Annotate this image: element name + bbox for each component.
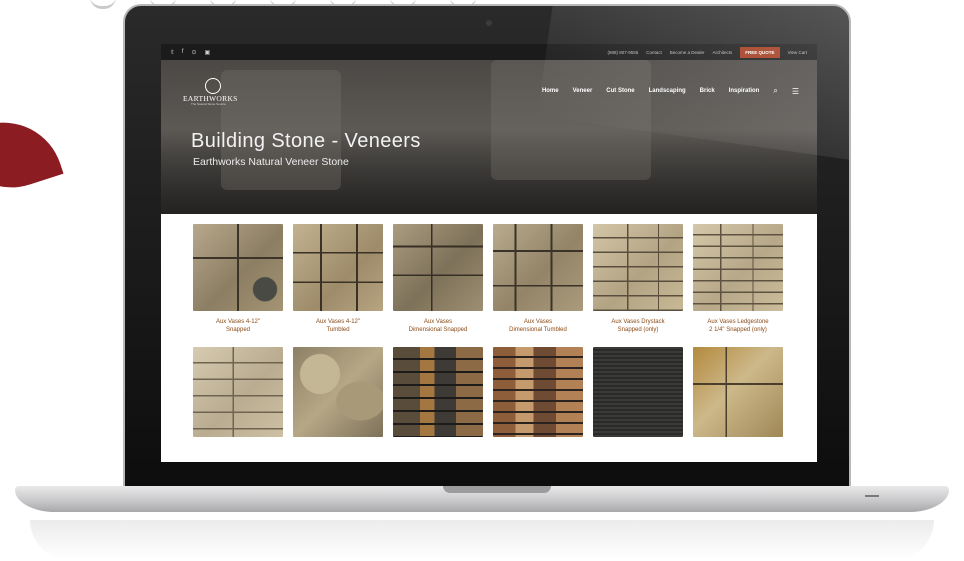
product-title[interactable]: Aux Vases Dimensional Snapped: [393, 319, 483, 341]
utility-bar: 𝕥 f ⊙ ▣ (888) 807-9555 Contact Become a …: [161, 44, 817, 60]
product-card[interactable]: Aux Vases Dimensional Snapped: [393, 224, 483, 341]
hero-banner: EARTHWORKS The Natural Stone Source Home…: [161, 60, 817, 214]
product-image[interactable]: [593, 224, 683, 311]
hero-stone-slab: [491, 60, 651, 180]
product-card[interactable]: Aux Vases 4-12" Tumbled: [293, 224, 383, 341]
product-image[interactable]: [393, 224, 483, 311]
product-image[interactable]: [493, 224, 583, 311]
product-row: [193, 347, 817, 437]
architects-link[interactable]: Architects: [713, 50, 733, 55]
product-card[interactable]: Aux Vases 4-12" Snapped: [193, 224, 283, 341]
product-image[interactable]: [693, 347, 783, 437]
nav-brick[interactable]: Brick: [700, 88, 715, 94]
product-grid: Aux Vases 4-12" Snapped Aux Vases 4-12" …: [161, 214, 817, 437]
product-title[interactable]: Aux Vases Ledgestone 2 1/4" Snapped (onl…: [693, 319, 783, 341]
product-card[interactable]: [393, 347, 483, 437]
product-row: Aux Vases 4-12" Snapped Aux Vases 4-12" …: [193, 224, 817, 341]
laptop-lid: 𝕥 f ⊙ ▣ (888) 807-9555 Contact Become a …: [123, 4, 851, 489]
logo-tagline: The Natural Stone Source: [191, 102, 226, 106]
product-title[interactable]: Aux Vases Dimensional Tumbled: [493, 319, 583, 341]
become-dealer-link[interactable]: Become a Dealer: [670, 50, 705, 55]
laptop-reflection: [30, 520, 934, 560]
product-title[interactable]: Aux Vases 4-12" Snapped: [193, 319, 283, 341]
hamburger-menu-icon[interactable]: ☰: [792, 87, 799, 96]
product-image[interactable]: [193, 224, 283, 311]
product-image[interactable]: [293, 347, 383, 437]
product-card[interactable]: [193, 347, 283, 437]
product-image[interactable]: [293, 224, 383, 311]
decorative-swoosh: [0, 107, 64, 203]
utility-links: (888) 807-9555 Contact Become a Dealer A…: [607, 46, 807, 58]
facebook-icon[interactable]: f: [182, 49, 184, 56]
status-led: [865, 495, 879, 497]
product-card[interactable]: [593, 347, 683, 437]
product-title[interactable]: Aux Vases 4-12" Tumbled: [293, 319, 383, 341]
product-card[interactable]: [693, 347, 783, 437]
page-title: Building Stone - Veneers: [191, 130, 421, 152]
contact-link[interactable]: Contact: [646, 50, 662, 55]
social-links: 𝕥 f ⊙ ▣: [171, 49, 210, 56]
laptop-screen: 𝕥 f ⊙ ▣ (888) 807-9555 Contact Become a …: [161, 44, 817, 462]
pinterest-icon[interactable]: ⊙: [191, 49, 196, 56]
laptop-base: [15, 486, 949, 512]
product-image[interactable]: [693, 224, 783, 311]
product-image[interactable]: [193, 347, 283, 437]
product-image[interactable]: [593, 347, 683, 437]
free-quote-button[interactable]: FREE QUOTE: [740, 46, 780, 58]
nav-home[interactable]: Home: [542, 88, 559, 94]
instagram-icon[interactable]: ▣: [205, 49, 211, 56]
camera-icon: [486, 20, 492, 26]
product-card[interactable]: Aux Vases Drystack Snapped (only): [593, 224, 683, 341]
logo-emblem-icon: [205, 78, 221, 94]
product-card[interactable]: [493, 347, 583, 437]
nav-inspiration[interactable]: Inspiration: [729, 88, 760, 94]
product-image[interactable]: [493, 347, 583, 437]
main-nav: Home Veneer Cut Stone Landscaping Brick …: [542, 86, 799, 96]
search-icon[interactable]: ⌕: [773, 86, 777, 96]
nav-cut-stone[interactable]: Cut Stone: [606, 88, 634, 94]
site-logo[interactable]: EARTHWORKS The Natural Stone Source: [183, 78, 253, 106]
nav-landscaping[interactable]: Landscaping: [649, 88, 686, 94]
product-card[interactable]: Aux Vases Dimensional Tumbled: [493, 224, 583, 341]
product-title[interactable]: Aux Vases Drystack Snapped (only): [593, 319, 683, 341]
product-card[interactable]: [293, 347, 383, 437]
phone-link[interactable]: (888) 807-9555: [607, 50, 638, 55]
twitter-icon[interactable]: 𝕥: [171, 49, 174, 56]
product-card[interactable]: Aux Vases Ledgestone 2 1/4" Snapped (onl…: [693, 224, 783, 341]
view-cart-link[interactable]: View Cart: [788, 50, 807, 55]
product-image[interactable]: [393, 347, 483, 437]
nav-veneer[interactable]: Veneer: [573, 88, 593, 94]
page-subtitle: Earthworks Natural Veneer Stone: [193, 156, 349, 168]
laptop-notch: [443, 486, 551, 493]
